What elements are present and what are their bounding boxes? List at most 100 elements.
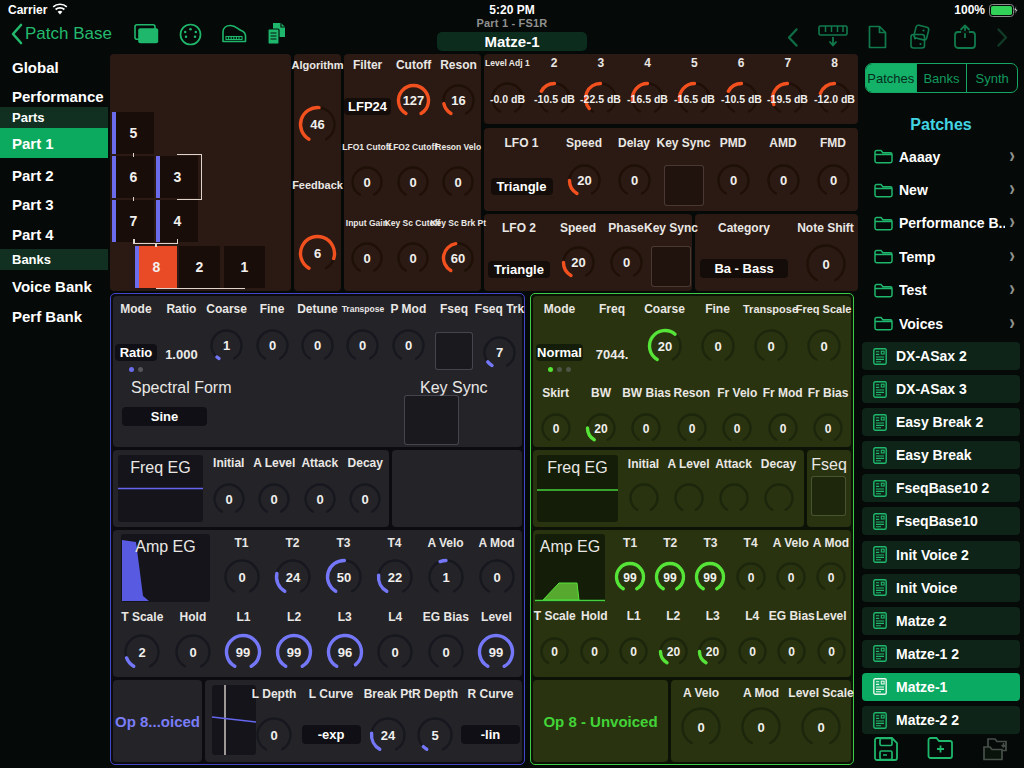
lfo1-wave-box[interactable]: Triangle (491, 178, 553, 195)
7-knob[interactable]: -19.5 dB (769, 80, 806, 117)
folder-copy-icon[interactable] (969, 736, 1024, 762)
l2-knob[interactable]: 20 (657, 635, 690, 668)
patch-title-box[interactable]: Matze-1 (437, 32, 587, 51)
a-level-knob[interactable]: 0 (256, 481, 292, 517)
eg-bias-knob-cell[interactable]: EG Bias0 (772, 609, 812, 668)
sidebar-item-voice-bank[interactable]: Voice Bank (0, 271, 108, 301)
folder-add-icon[interactable] (913, 736, 968, 762)
delay-knob[interactable]: 0 (616, 162, 653, 199)
decay-knob[interactable]: 0 (347, 481, 383, 517)
reson-knob-cell[interactable]: Reson0 (669, 386, 714, 445)
unvoiced-freq-eg-graph[interactable]: Freq EG (537, 455, 618, 522)
coarse-knob-cell[interactable]: Coarse20 (638, 302, 691, 372)
a-mod-knob[interactable]: 0 (739, 705, 783, 749)
lfo2-wave-box[interactable]: Triangle (488, 261, 550, 278)
voiced-mode-box[interactable]: Ratio (115, 344, 157, 361)
reson-knob[interactable]: 16 (440, 82, 477, 119)
attack-knob[interactable]: 0 (302, 481, 338, 517)
key-sc-brk-pt-knob[interactable]: 60 (440, 240, 476, 276)
phase-knob-cell[interactable]: Phase0 (602, 221, 650, 291)
coarse-knob[interactable]: 1 (208, 327, 245, 364)
patch-row-init-voice[interactable]: Init Voice (862, 574, 1020, 602)
2-knob[interactable]: -10.5 dB (536, 80, 573, 117)
folder-row-temp[interactable]: Temp › (858, 240, 1024, 273)
lfo2-cutoff-knob-cell[interactable]: LFO2 Cutoff0 (390, 140, 436, 200)
amd-knob[interactable]: 0 (765, 162, 802, 199)
folder-row-aaaay[interactable]: Aaaay › (858, 140, 1024, 173)
l1-knob[interactable]: 0 (617, 635, 650, 668)
unvoiced-mode-cell[interactable]: Mode Normal (533, 302, 586, 372)
p-mod-knob-cell[interactable]: P Mod0 (386, 302, 431, 372)
dice-icon[interactable] (907, 25, 933, 50)
algorithm-op-7[interactable]: 7 (113, 200, 154, 242)
l1-knob-cell[interactable]: L199 (218, 610, 269, 672)
fmd-knob-cell[interactable]: FMD0 (808, 136, 858, 211)
patch-row-easy-break-2[interactable]: Easy Break 2 (862, 408, 1020, 436)
fine-knob[interactable]: 0 (254, 327, 291, 364)
folder-row-performance-b[interactable]: Performance B... › (858, 207, 1024, 240)
feedback-knob[interactable]: 6 (297, 233, 338, 274)
tab-synth[interactable]: Synth (967, 64, 1017, 92)
voiced-freq-eg-graph[interactable]: Freq EG (118, 455, 203, 522)
3-knob-cell[interactable]: 3-22.5 dB (578, 56, 625, 124)
sidebar-item-part-1[interactable]: Part 1 (0, 128, 108, 158)
t4-knob[interactable]: 22 (375, 557, 415, 597)
level-scale-knob[interactable]: 0 (799, 705, 843, 749)
l3-knob-cell[interactable]: L396 (319, 610, 370, 672)
level-adj-1-knob[interactable]: -0.0 dB (489, 80, 526, 117)
lfo2-wave-cell[interactable]: LFO 2 Triangle (484, 221, 554, 291)
level-knob-cell[interactable]: Level0 (812, 609, 852, 668)
initial-knob-cell[interactable]: Initial (621, 457, 666, 515)
algorithm-op-2[interactable]: 2 (179, 246, 220, 288)
lfo1-cutoff-knob-cell[interactable]: LFO1 Cutoff0 (344, 140, 390, 200)
algorithm-op-3[interactable]: 3 (157, 156, 198, 198)
t2-knob[interactable]: 99 (653, 560, 687, 594)
fmd-knob[interactable]: 0 (815, 162, 852, 199)
pmd-knob-cell[interactable]: PMD0 (708, 136, 758, 211)
level-knob-cell[interactable]: Level99 (471, 610, 522, 672)
key-sc-cutoff-knob-cell[interactable]: Key Sc Cutoff0 (390, 216, 436, 276)
sidebar-item-parts[interactable]: Parts (0, 107, 108, 128)
r-depth-cell[interactable]: R Depth 5 (415, 687, 455, 755)
l-curve-cell[interactable]: L Curve -exp (301, 687, 361, 755)
t2-knob-cell[interactable]: T224 (267, 536, 318, 597)
l1-knob-cell[interactable]: L10 (614, 609, 654, 668)
tab-banks[interactable]: Banks (917, 64, 968, 92)
speed-knob[interactable]: 20 (566, 162, 603, 199)
eg-bias-knob[interactable]: 0 (775, 635, 808, 668)
fine-knob-cell[interactable]: Fine0 (691, 302, 744, 372)
pmd-knob[interactable]: 0 (715, 162, 752, 199)
reson-velo-knob[interactable]: 0 (440, 164, 476, 200)
algorithm-knob[interactable]: 46 (297, 104, 338, 145)
l3-knob[interactable]: 20 (696, 635, 729, 668)
voiced-level-scaling-graph[interactable] (212, 685, 256, 755)
l4-knob[interactable]: 0 (736, 635, 769, 668)
initial-knob[interactable]: 0 (211, 481, 247, 517)
l1-knob[interactable]: 99 (223, 632, 263, 672)
reson-knob-cell[interactable]: Reson16 (436, 58, 481, 119)
fr-bias-knob[interactable]: 0 (811, 411, 845, 445)
level-knob[interactable]: 0 (815, 635, 848, 668)
transpose-knob-cell[interactable]: Transpose0 (340, 302, 385, 372)
l-depth-cell[interactable]: L Depth 0 (254, 687, 294, 755)
l4-knob-cell[interactable]: L40 (370, 610, 421, 672)
voiced-fseq-trk-cell[interactable]: Fseq Trk 7 (477, 302, 522, 372)
attack-knob[interactable] (717, 481, 751, 515)
a-level-knob-cell[interactable]: A Level0 (252, 456, 298, 517)
phase-knob[interactable]: 0 (608, 244, 645, 281)
t3-knob-cell[interactable]: T399 (690, 536, 730, 594)
2-knob-cell[interactable]: 2-10.5 dB (531, 56, 578, 124)
a-mod-knob[interactable]: 0 (477, 557, 517, 597)
category-cell[interactable]: Category Ba - Bass (695, 221, 793, 291)
a-velo-knob-cell[interactable]: A Velo1 (420, 536, 471, 597)
a-velo-knob-cell[interactable]: A Velo0 (671, 686, 731, 749)
lfo1-key-sync-checkbox[interactable] (664, 165, 704, 206)
document-icon[interactable] (868, 25, 887, 49)
level-knob[interactable]: 99 (476, 632, 516, 672)
a-mod-knob-cell[interactable]: A Mod0 (811, 536, 851, 594)
t3-knob-cell[interactable]: T350 (318, 536, 369, 597)
speed-knob-cell[interactable]: Speed20 (559, 136, 609, 211)
hold-knob-cell[interactable]: Hold0 (575, 609, 615, 668)
unvoiced-mode-box[interactable]: Normal (536, 344, 583, 361)
sidebar-item-banks[interactable]: Banks (0, 249, 108, 270)
